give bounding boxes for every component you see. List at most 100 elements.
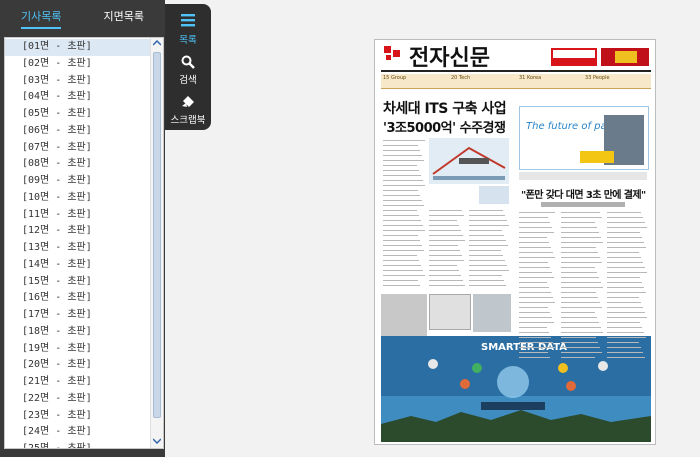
header-ad-left-inner (553, 50, 595, 58)
text-line (429, 265, 457, 266)
page-list-item[interactable]: [16면 - 초판] (5, 290, 153, 307)
text-line (519, 312, 550, 313)
page-list-item[interactable]: [14면 - 초판] (5, 257, 153, 274)
text-line (383, 285, 420, 286)
side-toolbar: 목록 검색 스크랩북 (165, 4, 211, 130)
page-list-item[interactable]: [05면 - 초판] (5, 106, 153, 123)
search-button[interactable]: 검색 (165, 52, 211, 92)
text-line (519, 337, 551, 338)
right-ad-caption (519, 172, 647, 180)
headline-line-1: 차세대 ITS 구축 사업 (383, 101, 507, 117)
right-headline: "폰만 갖다 대면 3초 만에 결제" (521, 190, 646, 201)
index-item-1: 15 Group (383, 75, 407, 81)
text-line (519, 307, 548, 308)
text-line (519, 352, 548, 353)
text-line (561, 317, 597, 318)
page-list-item[interactable]: [21면 - 초판] (5, 374, 153, 391)
right-ad-text: The future of pay (526, 121, 613, 132)
page-list-item[interactable]: [23면 - 초판] (5, 408, 153, 425)
page-list-item[interactable]: [07면 - 초판] (5, 140, 153, 157)
text-line (561, 337, 596, 338)
text-line (429, 275, 461, 276)
text-line (561, 227, 597, 228)
text-line (561, 312, 595, 313)
text-line (429, 250, 460, 251)
text-line (607, 352, 643, 353)
text-line (607, 322, 640, 323)
page-list-item[interactable]: [06면 - 초판] (5, 123, 153, 140)
text-line (383, 220, 421, 221)
page-list-item[interactable]: [19면 - 초판] (5, 341, 153, 358)
chevron-up-icon[interactable] (151, 38, 163, 50)
page-list-item[interactable]: [13면 - 초판] (5, 240, 153, 257)
text-line (469, 235, 504, 236)
text-line (383, 265, 421, 266)
text-line (383, 275, 425, 276)
text-line (607, 237, 642, 238)
scrapbook-button[interactable]: 스크랩북 (165, 92, 211, 132)
text-line (429, 230, 461, 231)
tab-articles[interactable]: 기사목록 (0, 0, 83, 30)
page-list-item[interactable]: [12면 - 초판] (5, 223, 153, 240)
newspaper-page[interactable]: 전자신문 15 Group 20 Tech 31 Korea 33 People… (374, 39, 656, 445)
text-line (561, 332, 603, 333)
scroll-thumb[interactable] (153, 52, 161, 418)
scrapbook-label: 스크랩북 (170, 115, 206, 126)
text-line (519, 267, 550, 268)
text-line (519, 327, 547, 328)
text-line (607, 252, 639, 253)
text-line (383, 270, 423, 271)
page-list-item[interactable]: [25면 - 초판] (5, 441, 153, 448)
page-list-item[interactable]: [03면 - 초판] (5, 73, 153, 90)
left-column-text (381, 140, 425, 295)
page-list-item[interactable]: [24면 - 초판] (5, 424, 153, 441)
text-line (561, 242, 603, 243)
text-line (607, 342, 639, 343)
page-list-item[interactable]: [10면 - 초판] (5, 190, 153, 207)
tab-articles-label: 기사목록 (21, 10, 62, 29)
page-list-item[interactable]: [09면 - 초판] (5, 173, 153, 190)
list-button[interactable]: 목록 (165, 10, 211, 50)
text-line (607, 327, 642, 328)
page-list-item[interactable]: [20면 - 초판] (5, 357, 153, 374)
page-list-item[interactable]: [01면 - 초판] (5, 39, 153, 56)
text-line (469, 230, 502, 231)
page-list-item[interactable]: [22면 - 초판] (5, 391, 153, 408)
chevron-down-icon[interactable] (151, 436, 163, 448)
page-list-item[interactable]: [11면 - 초판] (5, 207, 153, 224)
text-line (607, 282, 642, 283)
right-ad-badge (580, 151, 614, 163)
text-line (383, 250, 424, 251)
tab-pages[interactable]: 지면목록 (83, 0, 166, 30)
page-list-item[interactable]: [18면 - 초판] (5, 324, 153, 341)
text-line (561, 267, 595, 268)
text-line (383, 165, 417, 166)
text-line (519, 262, 548, 263)
text-line (607, 297, 639, 298)
page-list-item[interactable]: [17면 - 초판] (5, 307, 153, 324)
text-line (607, 217, 643, 218)
text-line (519, 227, 552, 228)
headline-line-2: '3조5000억' 수주경쟁 (383, 121, 506, 136)
text-line (383, 155, 422, 156)
text-line (383, 255, 417, 256)
page-list-item[interactable]: [15면 - 초판] (5, 274, 153, 291)
text-line (383, 150, 420, 151)
text-line (561, 217, 602, 218)
text-line (383, 200, 422, 201)
text-line (429, 220, 457, 221)
its-chart-detail (479, 186, 509, 204)
text-line (561, 262, 602, 263)
page-list-item[interactable]: [08면 - 초판] (5, 156, 153, 173)
text-line (469, 215, 505, 216)
page-list-item[interactable]: [04면 - 초판] (5, 89, 153, 106)
text-line (429, 245, 458, 246)
text-line (469, 265, 507, 266)
text-line (383, 145, 418, 146)
text-line (383, 260, 419, 261)
text-line (429, 255, 462, 256)
text-line (519, 347, 555, 348)
scrollbar[interactable] (150, 38, 163, 448)
page-list-item[interactable]: [02면 - 초판] (5, 56, 153, 73)
text-line (429, 210, 462, 211)
